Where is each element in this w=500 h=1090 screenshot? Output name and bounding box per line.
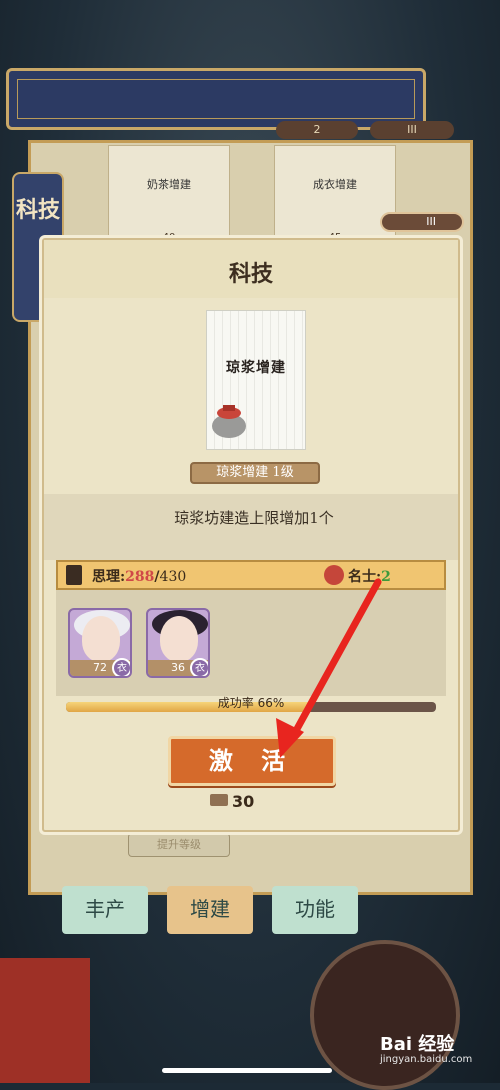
tech-modal: 科技 琼浆增建 琼浆增建 1级 琼浆坊建造上限增加1个 思理:288/430 名… [42,238,460,832]
top-banner [6,68,426,130]
celebrity-stat: 名士:2 [348,566,391,586]
hero-face [160,616,198,662]
top-frame: 2 III [0,0,500,150]
tech-card-art-text: 琼浆增建 [226,360,286,376]
tab-function[interactable]: 功能 [272,886,358,934]
upgrade-button-label: 提升等级 [157,838,201,851]
activate-cost: 30 [210,792,255,811]
tech-description: 琼浆坊建造上限增加1个 [174,509,334,527]
hero-badge: 衣 [112,658,130,676]
celebrity-value: 2 [381,569,391,585]
reasoning-max: 430 [159,569,187,585]
tech-card-clothing[interactable]: 成衣增建 45 [274,145,396,247]
bowl-decoration [310,940,460,1090]
tab-build[interactable]: 增建 [167,886,253,934]
side-tab-label: 科技 [15,197,60,223]
resource-mini-pill: III [380,212,464,232]
tab-function-label: 功能 [295,897,335,921]
tech-card-label: 奶茶增建 [147,178,191,191]
hero-face [82,616,120,662]
scroll-icon [210,794,228,806]
hero-slots: 72 衣 36 衣 [56,590,446,696]
tab-build-label: 增建 [190,897,230,921]
tech-name-tag: 琼浆增建 1级 [190,462,320,484]
wine-jar-icon [212,405,246,438]
activate-button[interactable]: 激 活 [168,736,336,786]
resource-stat-bar: 思理:288/430 名士:2 [56,560,446,590]
celebrity-icon [324,565,344,585]
resource-pill-1-value: 2 [313,123,321,136]
red-envelope-decoration [0,958,90,1083]
reasoning-stat: 思理:288/430 [92,566,186,586]
hero-avatar-2[interactable]: 36 衣 [146,608,210,678]
watermark: Bai 经验 jingyan.baidu.com [380,1030,490,1065]
tech-card-milk-tea[interactable]: 奶茶增建 40 [108,145,230,247]
tech-card-art: 琼浆增建 [206,310,306,450]
upgrade-button-behind: 提升等级 [128,833,230,857]
reasoning-current: 288 [125,569,155,585]
modal-title: 科技 [228,261,273,287]
reasoning-label: 思理: [92,569,126,585]
resource-mini-pill-value: III [426,215,436,228]
resource-pill-2: III [370,121,454,139]
activate-cost-value: 30 [232,792,255,811]
celebrity-label: 名士: [348,569,382,585]
tab-harvest-label: 丰产 [85,897,125,921]
hero-badge: 衣 [190,658,208,676]
tab-harvest[interactable]: 丰产 [62,886,148,934]
book-icon [66,565,82,585]
watermark-subtitle: jingyan.baidu.com [380,1054,473,1065]
watermark-title: Bai 经验 [380,1034,455,1055]
home-indicator[interactable] [162,1068,332,1073]
success-rate-label: 成功率 66% [217,696,285,710]
hero-avatar-1[interactable]: 72 衣 [68,608,132,678]
resource-pill-1: 2 [276,121,358,139]
resource-pill-2-value: III [407,123,417,136]
tech-card-label: 成衣增建 [313,178,357,191]
